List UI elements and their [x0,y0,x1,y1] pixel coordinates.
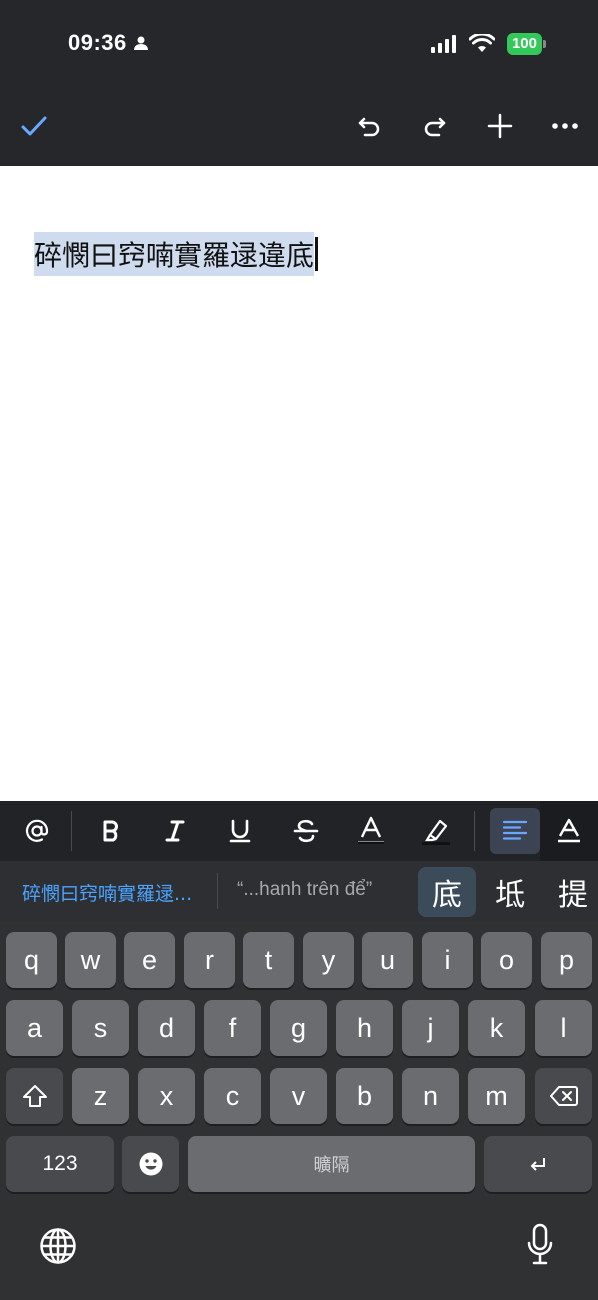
key-d[interactable]: d [138,1000,195,1056]
strikethrough-button[interactable] [281,801,331,861]
key-k[interactable]: k [468,1000,525,1056]
insert-button[interactable] [480,106,520,146]
text-cursor [315,237,319,271]
highlight-button[interactable] [411,801,461,861]
mention-button[interactable] [12,801,62,861]
key-h[interactable]: h [336,1000,393,1056]
at-sign-icon [25,819,49,842]
text-format-icon [558,818,580,843]
emoji-face-icon [139,1152,162,1176]
more-dots-icon [552,123,578,129]
time-text: 09:36 [68,30,127,55]
document-canvas[interactable]: 碎憫曰窍喃實羅逯違底 [0,166,598,801]
backspace-icon [549,1086,578,1106]
italic-icon [165,820,185,842]
app-root: 09:36 100 碎憫曰窍喃實羅逯違底 碎憫曰窍喃實羅逯... “...han… [0,0,598,1300]
align-left-icon [502,820,528,840]
key-b[interactable]: b [336,1068,393,1124]
key-g[interactable]: g [270,1000,327,1056]
battery-indicator: 100 [506,33,547,55]
dictation-button[interactable] [518,1220,562,1268]
key-v[interactable]: v [270,1068,327,1124]
candidate-phrase[interactable]: 碎憫曰窍喃實羅逯... [22,879,192,906]
top-bar: 09:36 100 [0,0,598,166]
text-color-icon [358,816,384,844]
key-a[interactable]: a [6,1000,63,1056]
key-u[interactable]: u [362,932,413,988]
shift-arrow-icon [22,1085,47,1107]
candidate-item[interactable]: 坻 [481,867,539,917]
format-divider [474,811,475,851]
status-indicators: 100 [430,33,547,55]
key-t[interactable]: t [243,932,294,988]
strikethrough-icon [293,819,319,843]
key-e[interactable]: e [124,932,175,988]
text-color-button[interactable] [346,801,396,861]
candidate-bar: 碎憫曰窍喃實羅逯... “...hanh trên để” 底 坻 提 [0,861,598,921]
candidate-item[interactable]: 底 [418,867,476,917]
align-left-button[interactable] [490,808,540,854]
plus-icon [487,113,513,139]
redo-icon [424,117,446,137]
key-j[interactable]: j [402,1000,459,1056]
undo-icon [358,117,380,137]
redo-button[interactable] [414,106,454,146]
keyboard-bottom-bar [0,1200,598,1300]
key-x[interactable]: x [138,1068,195,1124]
selected-text[interactable]: 碎憫曰窍喃實羅逯違底 [34,232,315,276]
more-options-button[interactable] [545,106,585,146]
checkmark-icon [21,116,47,136]
microphone-icon [527,1223,553,1265]
globe-icon [40,1228,76,1264]
document-paragraph[interactable]: 碎憫曰窍喃實羅逯違底 [34,232,319,276]
key-m[interactable]: m [468,1068,525,1124]
key-y[interactable]: y [303,932,354,988]
format-toolbar [0,801,598,861]
bold-button[interactable] [86,801,136,861]
cellular-signal-icon [430,35,456,53]
space-key[interactable]: 曠隔 [188,1136,475,1192]
key-p[interactable]: p [541,932,592,988]
key-l[interactable]: l [535,1000,592,1056]
key-c[interactable]: c [204,1068,261,1124]
return-key[interactable] [484,1136,592,1192]
person-icon [133,36,148,50]
shift-key[interactable] [6,1068,63,1124]
key-q[interactable]: q [6,932,57,988]
text-format-button[interactable] [540,801,598,861]
numbers-key[interactable]: 123 [6,1136,114,1192]
globe-button[interactable] [36,1224,80,1268]
key-w[interactable]: w [65,932,116,988]
key-r[interactable]: r [184,932,235,988]
done-checkmark-button[interactable] [14,106,54,146]
underline-button[interactable] [215,801,265,861]
key-o[interactable]: o [481,932,532,988]
candidate-quoted-suggestion[interactable]: “...hanh trên để” [237,879,372,901]
emoji-key[interactable] [122,1136,179,1192]
key-i[interactable]: i [422,932,473,988]
battery-level: 100 [511,35,537,52]
highlighter-icon [422,819,450,845]
key-z[interactable]: z [72,1068,129,1124]
key-n[interactable]: n [402,1068,459,1124]
key-s[interactable]: s [72,1000,129,1056]
backspace-key[interactable] [535,1068,592,1124]
candidate-divider [217,873,218,909]
bold-icon [103,820,118,842]
underline-icon [229,819,251,843]
italic-button[interactable] [150,801,200,861]
format-divider [71,811,72,851]
wifi-icon [468,34,495,52]
status-time: 09:36 [68,30,149,56]
return-arrow-icon [530,1158,545,1171]
candidate-item[interactable]: 提 [544,867,598,917]
key-f[interactable]: f [204,1000,261,1056]
undo-button[interactable] [350,106,390,146]
